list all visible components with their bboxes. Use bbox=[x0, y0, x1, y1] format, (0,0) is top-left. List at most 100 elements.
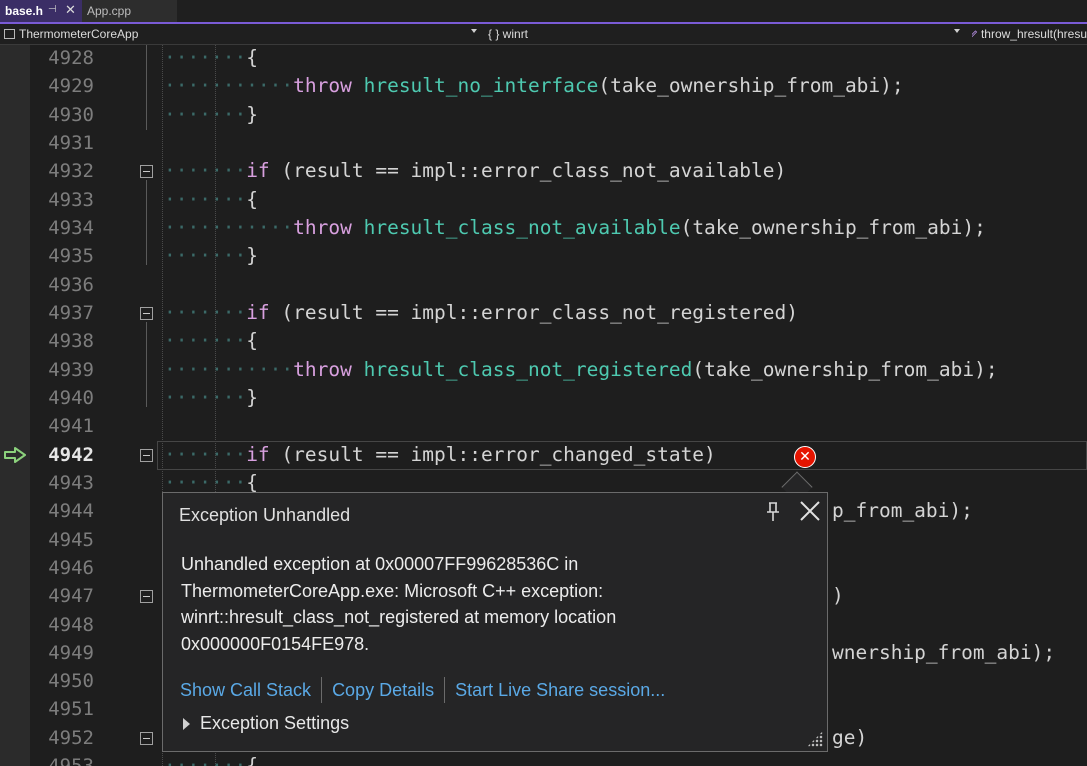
navigation-bar: ThermometerCoreApp { } winrt throw_hresu… bbox=[0, 24, 1087, 45]
line-number: 4934 bbox=[48, 217, 94, 239]
line-number: 4933 bbox=[48, 189, 94, 211]
close-icon[interactable] bbox=[798, 499, 822, 523]
code-text: ·······if (result == impl::error_changed… bbox=[164, 443, 716, 466]
code-line: 4932 ·······if (result == impl::error_cl… bbox=[0, 157, 1087, 185]
line-number: 4953 bbox=[48, 755, 94, 766]
popup-action-links: Show Call Stack Copy Details Start Live … bbox=[180, 677, 665, 703]
code-text: ···········throw hresult_class_not_avail… bbox=[164, 216, 986, 239]
popup-title: Exception Unhandled bbox=[179, 505, 351, 525]
code-line: 4939 ···········throw hresult_class_not_… bbox=[0, 356, 1087, 384]
link-divider bbox=[444, 677, 446, 703]
code-line: 4933 ·······{ bbox=[0, 186, 1087, 214]
line-number: 4931 bbox=[48, 132, 94, 154]
line-number: 4932 bbox=[48, 160, 94, 182]
code-text: ) bbox=[832, 584, 844, 607]
exception-popup: Exception Unhandled Unhandled exception … bbox=[162, 492, 828, 752]
chevron-down-icon bbox=[471, 29, 477, 33]
line-number: 4948 bbox=[48, 614, 94, 636]
line-number: 4939 bbox=[48, 359, 94, 381]
line-number: 4943 bbox=[48, 472, 94, 494]
chevron-right-icon bbox=[183, 717, 190, 730]
code-line: 4934 ···········throw hresult_class_not_… bbox=[0, 214, 1087, 242]
code-line: 4929 ···········throw hresult_no_interfa… bbox=[0, 72, 1087, 100]
member-label: throw_hresult(hresu bbox=[980, 27, 1087, 41]
collapse-toggle[interactable] bbox=[140, 449, 153, 462]
collapse-toggle[interactable] bbox=[140, 165, 153, 178]
show-call-stack-link[interactable]: Show Call Stack bbox=[180, 680, 311, 701]
tab-label: App.cpp bbox=[87, 4, 132, 18]
collapse-toggle[interactable] bbox=[140, 590, 153, 603]
message-line: ThermometerCoreApp.exe: Microsoft C++ ex… bbox=[181, 580, 604, 601]
link-divider bbox=[321, 677, 323, 703]
code-text: ·······if (result == impl::error_class_n… bbox=[164, 159, 787, 182]
code-text: ···········throw hresult_no_interface(ta… bbox=[164, 74, 904, 97]
line-number: 4945 bbox=[48, 529, 94, 551]
tab-base-h[interactable]: base.h ⊣ ✕ bbox=[0, 0, 82, 22]
code-line: 4953 ·······{ bbox=[0, 752, 1087, 766]
project-icon bbox=[4, 29, 15, 39]
line-number: 4946 bbox=[48, 557, 94, 579]
project-dropdown[interactable]: ThermometerCoreApp bbox=[4, 24, 482, 44]
code-text: ·······{ bbox=[164, 754, 258, 766]
code-text: ···········throw hresult_class_not_regis… bbox=[164, 358, 998, 381]
start-live-share-link[interactable]: Start Live Share session... bbox=[455, 680, 665, 701]
method-icon bbox=[972, 30, 978, 38]
line-number: 4942 bbox=[48, 444, 94, 466]
error-icon[interactable]: ✕ bbox=[794, 446, 816, 468]
code-line: 4941 bbox=[0, 412, 1087, 440]
collapse-toggle[interactable] bbox=[140, 307, 153, 320]
code-line: 4938 ·······{ bbox=[0, 327, 1087, 355]
message-line: 0x000000F0154FE978. bbox=[181, 633, 370, 654]
line-number: 4936 bbox=[48, 274, 94, 296]
scope-label: { } winrt bbox=[488, 27, 529, 41]
line-number: 4928 bbox=[48, 47, 94, 69]
document-tab-strip: base.h ⊣ ✕ App.cpp bbox=[0, 0, 1087, 24]
pin-icon[interactable]: ⊣ bbox=[48, 4, 57, 15]
code-text: ·······{ bbox=[164, 188, 258, 211]
line-number: 4937 bbox=[48, 302, 94, 324]
tab-app-cpp[interactable]: App.cpp bbox=[82, 0, 177, 22]
line-number: 4940 bbox=[48, 387, 94, 409]
code-line: 4940 ·······} bbox=[0, 384, 1087, 412]
code-text: wnership_from_abi); bbox=[832, 641, 1056, 664]
line-number: 4938 bbox=[48, 330, 94, 352]
line-number: 4935 bbox=[48, 245, 94, 267]
line-number: 4950 bbox=[48, 670, 94, 692]
code-line: 4937 ·······if (result == impl::error_cl… bbox=[0, 299, 1087, 327]
message-line: Unhandled exception at 0x00007FF99628536… bbox=[181, 554, 579, 574]
code-line: 4930 ·······} bbox=[0, 101, 1087, 129]
copy-details-link[interactable]: Copy Details bbox=[332, 680, 434, 701]
line-number: 4951 bbox=[48, 698, 94, 720]
code-line-current: 4942 ·······if (result == impl::error_ch… bbox=[0, 441, 1087, 469]
exception-settings-label: Exception Settings bbox=[200, 713, 350, 733]
tab-label: base.h bbox=[5, 4, 44, 18]
code-text: ·······} bbox=[164, 103, 258, 126]
code-text: ge) bbox=[832, 726, 868, 749]
line-number: 4949 bbox=[48, 642, 94, 664]
member-dropdown[interactable]: throw_hresult(hresu bbox=[972, 24, 1087, 44]
close-icon[interactable]: ✕ bbox=[65, 2, 76, 18]
line-number: 4944 bbox=[48, 500, 94, 522]
code-text: ·······{ bbox=[164, 46, 258, 69]
line-number: 4952 bbox=[48, 727, 94, 749]
scope-dropdown[interactable]: { } winrt bbox=[488, 24, 964, 44]
resize-grip-icon[interactable] bbox=[807, 731, 823, 747]
code-text: ·······if (result == impl::error_class_n… bbox=[164, 301, 798, 324]
code-line: 4931 bbox=[0, 129, 1087, 157]
line-number: 4929 bbox=[48, 75, 94, 97]
exception-settings-toggle[interactable]: Exception Settings bbox=[183, 713, 349, 734]
pin-icon[interactable] bbox=[763, 501, 783, 523]
code-line: 4928 ·······{ bbox=[0, 45, 1087, 72]
chevron-down-icon bbox=[954, 29, 960, 33]
exception-message: Unhandled exception at 0x00007FF99628536… bbox=[181, 551, 801, 657]
code-line: 4936 bbox=[0, 271, 1087, 299]
line-number: 4930 bbox=[48, 104, 94, 126]
project-label: ThermometerCoreApp bbox=[19, 27, 139, 41]
line-number: 4947 bbox=[48, 585, 94, 607]
message-line: winrt::hresult_class_not_registered at m… bbox=[181, 607, 617, 627]
line-number: 4941 bbox=[48, 415, 94, 437]
code-text: ·······{ bbox=[164, 329, 258, 352]
collapse-toggle[interactable] bbox=[140, 732, 153, 745]
code-text: ·······} bbox=[164, 386, 258, 409]
code-text: ·······} bbox=[164, 244, 258, 267]
